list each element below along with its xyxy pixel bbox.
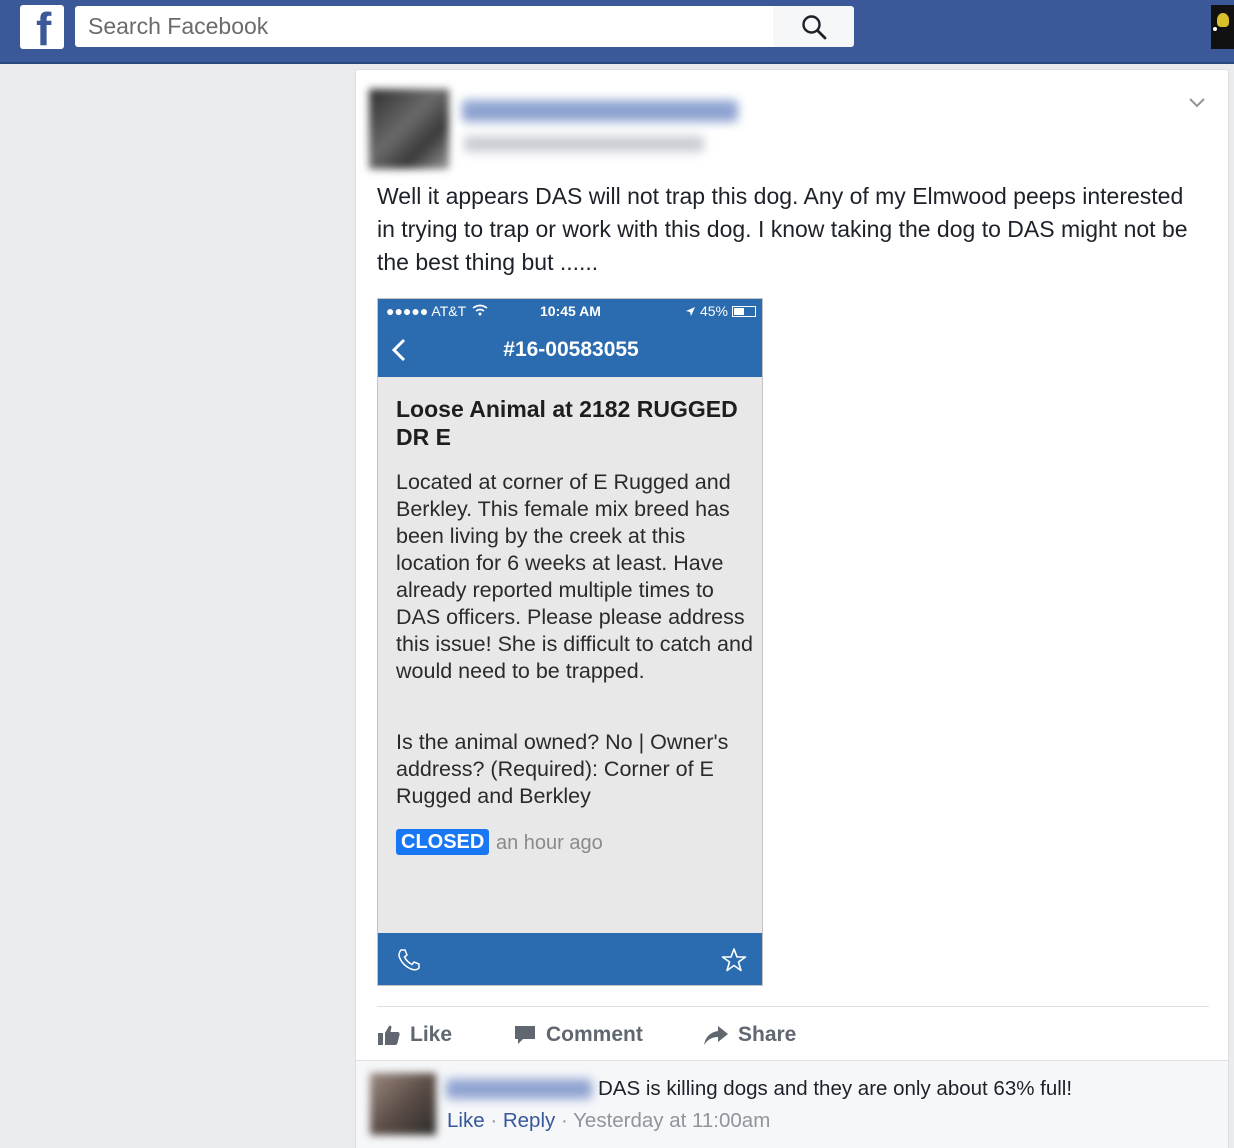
commenter-name-blurred[interactable]: [446, 1079, 592, 1099]
report-owner-info: Is the animal owned? No | Owner's addres…: [396, 730, 729, 808]
phone-icon: [398, 949, 420, 971]
action-divider: [377, 1006, 1209, 1007]
wifi-icon: [472, 304, 488, 316]
comment-time[interactable]: Yesterday at 11:00am: [573, 1109, 770, 1132]
case-number: #16-00583055: [503, 338, 639, 361]
comments-section: DAS is killing dogs and they are only ab…: [356, 1060, 1228, 1148]
post-text: Well it appears DAS will not trap this d…: [377, 183, 1188, 275]
comment-button[interactable]: Comment: [513, 1018, 643, 1052]
post-author-avatar[interactable]: [369, 89, 449, 169]
search-input[interactable]: [75, 6, 773, 47]
status-badge: CLOSED: [396, 829, 490, 855]
post-card: Well it appears DAS will not trap this d…: [355, 69, 1229, 1148]
phone-carrier: ●●●●● AT&T: [386, 303, 467, 319]
search-box[interactable]: [75, 6, 773, 47]
thumbs-up-icon: [378, 1025, 400, 1045]
comment-like-link[interactable]: Like: [447, 1109, 485, 1132]
profile-avatar[interactable]: [1211, 5, 1234, 49]
share-arrow-icon: [704, 1026, 728, 1045]
meta-separator: ·: [560, 1109, 568, 1132]
search-icon: [801, 14, 826, 39]
phone-battery: 45%: [685, 303, 756, 319]
shared-screenshot-image[interactable]: ●●●●● AT&T 10:45 AM 45% #16-00583055 Loo…: [377, 298, 763, 986]
share-label: Share: [738, 1023, 797, 1046]
battery-percent: 45%: [699, 303, 728, 319]
post-options-chevron-icon[interactable]: [1186, 92, 1208, 114]
star-icon: [721, 948, 747, 972]
facebook-logo-icon[interactable]: f: [20, 5, 64, 52]
like-label: Like: [410, 1023, 453, 1046]
commenter-avatar[interactable]: [370, 1073, 436, 1135]
post-author-name-blurred[interactable]: [462, 100, 738, 122]
phone-time: 10:45 AM: [540, 303, 601, 319]
like-button[interactable]: Like: [377, 1018, 452, 1052]
comment-icon: [515, 1026, 535, 1044]
report-body: Located at corner of E Rugged and Berkle…: [396, 470, 753, 683]
status-time: an hour ago: [496, 832, 603, 854]
meta-separator: ·: [490, 1109, 498, 1132]
comment-reply-link[interactable]: Reply: [503, 1109, 555, 1132]
comment-label: Comment: [546, 1023, 643, 1046]
comment-meta: Like · Reply · Yesterday at 11:00am: [447, 1109, 770, 1133]
phone-status-bar: ●●●●● AT&T 10:45 AM 45%: [378, 299, 762, 323]
report-heading: Loose Animal at 2182 RUGGED DR E: [396, 396, 738, 450]
phone-nav-bar: #16-00583055: [378, 323, 762, 377]
battery-icon: [732, 305, 756, 317]
search-button[interactable]: [773, 6, 854, 47]
share-button[interactable]: Share: [703, 1018, 796, 1052]
phone-bottom-bar: [378, 933, 762, 985]
top-bar: f: [0, 0, 1234, 64]
comment-text: DAS is killing dogs and they are only ab…: [598, 1077, 1073, 1100]
post-timestamp-blurred[interactable]: [464, 136, 704, 152]
location-arrow-icon: [685, 306, 695, 316]
